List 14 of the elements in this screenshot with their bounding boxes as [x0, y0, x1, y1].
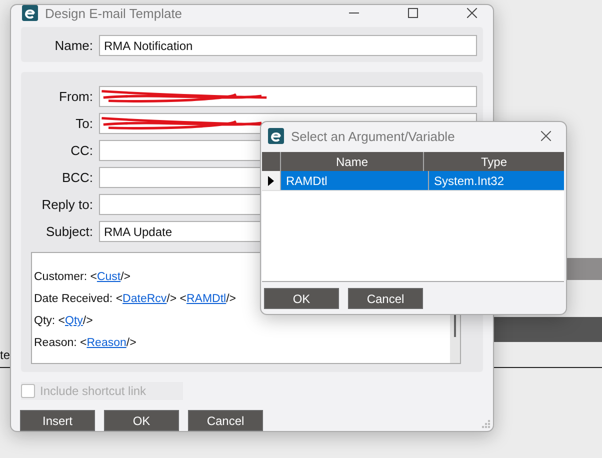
field-label: Subject:	[45, 224, 93, 239]
field-label: From:	[58, 89, 93, 104]
field-label: To:	[74, 116, 93, 131]
body-line: Qty: <Qty/>	[34, 315, 94, 327]
field-label: CC:	[70, 143, 93, 158]
window-title: Design E-mail Template	[45, 6, 182, 20]
field-label: Name:	[54, 38, 93, 53]
field-label: Reply to:	[40, 197, 93, 212]
field-label: BCC:	[60, 170, 93, 185]
background-text: te	[0, 348, 10, 362]
table-cell: System.Int32	[429, 171, 564, 190]
body-line: Reason: <Reason/>	[34, 337, 138, 349]
window-title: Select an Argument/Variable	[291, 128, 455, 144]
table-cell: RAMDtl	[281, 171, 429, 190]
